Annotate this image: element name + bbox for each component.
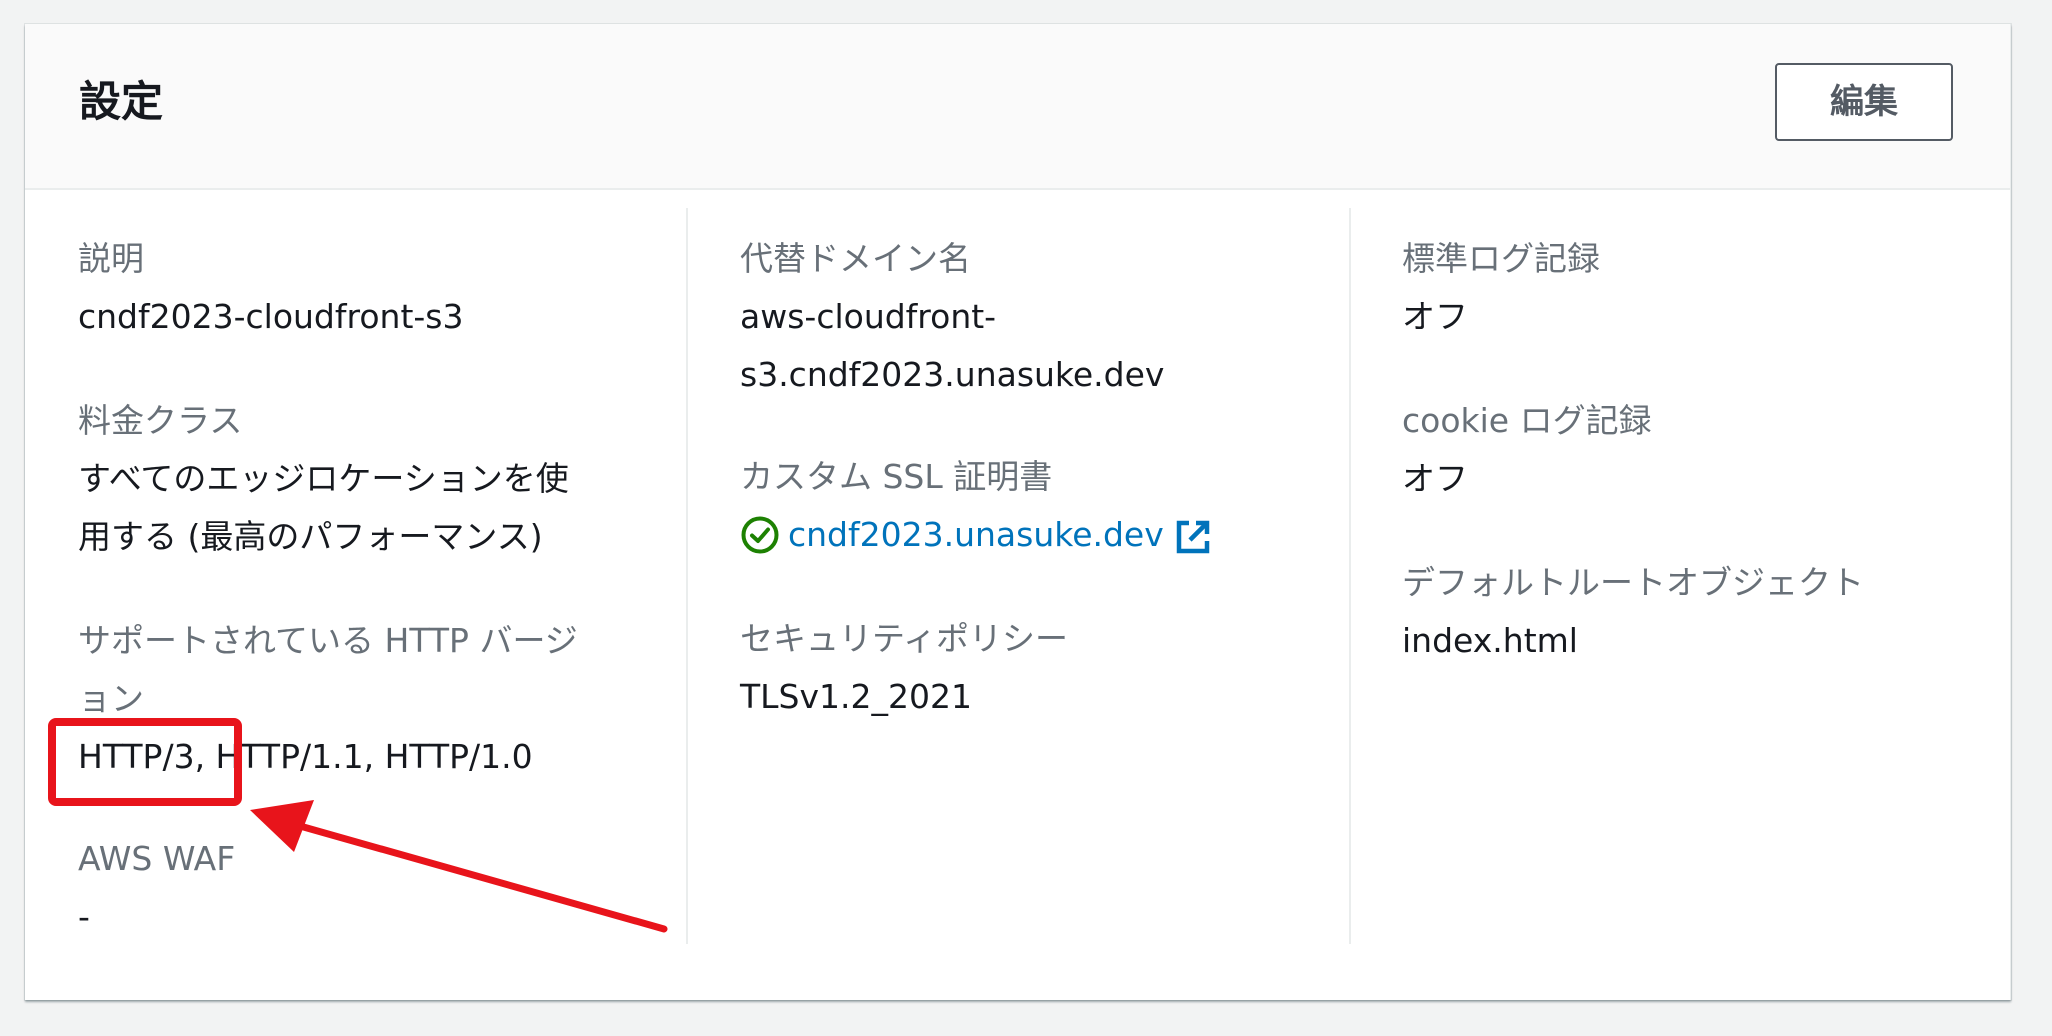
price-class-field: 料金クラス すべてのエッジロケーションを使 用する (最高のパフォーマンス)	[78, 392, 678, 566]
security-policy-value: TLSv1.2_2021	[740, 677, 972, 716]
alt-domain-value-line2: s3.cndf2023.unasuke.dev	[740, 355, 1165, 394]
column-divider	[1349, 208, 1351, 944]
external-link-icon[interactable]	[1174, 516, 1212, 554]
description-value: cndf2023-cloudfront-s3	[78, 297, 464, 336]
alt-domain-label: 代替ドメイン名	[740, 239, 971, 278]
description-field: 説明 cndf2023-cloudfront-s3	[78, 230, 678, 346]
security-policy-label: セキュリティポリシー	[740, 619, 1069, 658]
default-root-label: デフォルトルートオブジェクト	[1402, 563, 1864, 602]
default-root-value: index.html	[1402, 621, 1578, 660]
standard-logging-field: 標準ログ記録 オフ	[1402, 230, 1962, 346]
price-class-value-line2: 用する (最高のパフォーマンス)	[78, 517, 543, 556]
alt-domain-field: 代替ドメイン名 aws-cloudfront- s3.cndf2023.unas…	[740, 230, 1300, 404]
ssl-cert-label: カスタム SSL 証明書	[740, 457, 1053, 496]
waf-label: AWS WAF	[78, 839, 236, 878]
column-divider	[686, 208, 688, 944]
annotation-highlight-box	[48, 718, 242, 806]
waf-value: -	[78, 897, 90, 936]
description-label: 説明	[78, 239, 144, 278]
check-circle-icon	[740, 515, 780, 555]
cookie-logging-label: cookie ログ記録	[1402, 401, 1652, 440]
http-versions-label-line1: サポートされている HTTP バージ	[78, 621, 578, 660]
cookie-logging-field: cookie ログ記録 オフ	[1402, 392, 1962, 508]
ssl-cert-field: カスタム SSL 証明書 cndf2023.unasuke.dev	[740, 448, 1300, 564]
price-class-value-line1: すべてのエッジロケーションを使	[78, 459, 569, 498]
security-policy-field: セキュリティポリシー TLSv1.2_2021	[740, 610, 1300, 726]
default-root-field: デフォルトルートオブジェクト index.html	[1402, 554, 1962, 670]
ssl-cert-row: cndf2023.unasuke.dev	[740, 506, 1300, 564]
cookie-logging-value: オフ	[1402, 459, 1468, 498]
alt-domain-value-line1: aws-cloudfront-	[740, 297, 997, 336]
waf-field: AWS WAF -	[78, 830, 678, 946]
panel-header: 設定 編集	[25, 24, 2010, 190]
edit-button[interactable]: 編集	[1775, 63, 1953, 141]
standard-logging-label: 標準ログ記録	[1402, 239, 1600, 278]
ssl-cert-link[interactable]: cndf2023.unasuke.dev	[788, 506, 1164, 564]
price-class-label: 料金クラス	[78, 401, 243, 440]
standard-logging-value: オフ	[1402, 297, 1468, 336]
panel-title: 設定	[79, 77, 164, 126]
